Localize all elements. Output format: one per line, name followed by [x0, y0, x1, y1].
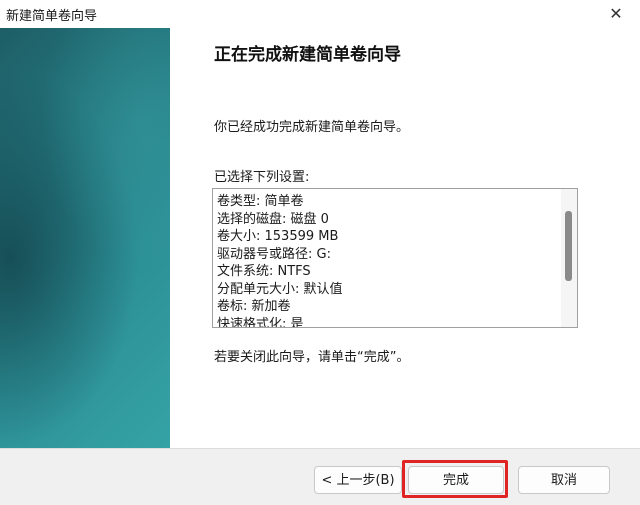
window-title: 新建简单卷向导	[6, 9, 98, 24]
setting-volume-type: 卷类型: 简单卷	[217, 194, 304, 209]
setting-volume-size: 卷大小: 153599 MB	[217, 229, 339, 244]
wizard-banner-image	[0, 28, 170, 448]
setting-drive-letter: 驱动器号或路径: G:	[217, 246, 331, 262]
setting-disk: 选择的磁盘: 磁盘 0	[217, 211, 329, 227]
page-title: 正在完成新建简单卷向导	[214, 45, 401, 65]
back-button[interactable]: < 上一步(B)	[314, 466, 402, 494]
scrollbar-thumb[interactable]	[565, 211, 572, 281]
button-bar: < 上一步(B) 完成 取消	[0, 448, 640, 505]
finish-button[interactable]: 完成	[408, 466, 504, 494]
wizard-content: 正在完成新建简单卷向导 你已经成功完成新建简单卷向导。 已选择下列设置: 卷类型…	[170, 28, 640, 448]
setting-volume-label: 卷标: 新加卷	[217, 299, 291, 314]
title-bar: 新建简单卷向导 ✕	[0, 0, 640, 28]
close-hint: 若要关闭此向导，请单击“完成”。	[214, 350, 410, 365]
setting-quick-format: 快速格式化: 是	[217, 316, 304, 328]
settings-label: 已选择下列设置:	[214, 170, 310, 185]
settings-summary-box[interactable]: 卷类型: 简单卷 选择的磁盘: 磁盘 0 卷大小: 153599 MB 驱动器号…	[212, 188, 578, 328]
setting-allocation-unit: 分配单元大小: 默认值	[217, 281, 343, 297]
setting-file-system: 文件系统: NTFS	[217, 264, 311, 279]
wizard-window: 新建简单卷向导 ✕ 正在完成新建简单卷向导 你已经成功完成新建简单卷向导。 已选…	[0, 0, 640, 505]
success-message: 你已经成功完成新建简单卷向导。	[214, 120, 410, 135]
close-icon[interactable]: ✕	[606, 4, 626, 24]
vertical-scrollbar[interactable]	[561, 189, 577, 327]
cancel-button[interactable]: 取消	[518, 466, 610, 494]
settings-list: 卷类型: 简单卷 选择的磁盘: 磁盘 0 卷大小: 153599 MB 驱动器号…	[217, 193, 343, 328]
